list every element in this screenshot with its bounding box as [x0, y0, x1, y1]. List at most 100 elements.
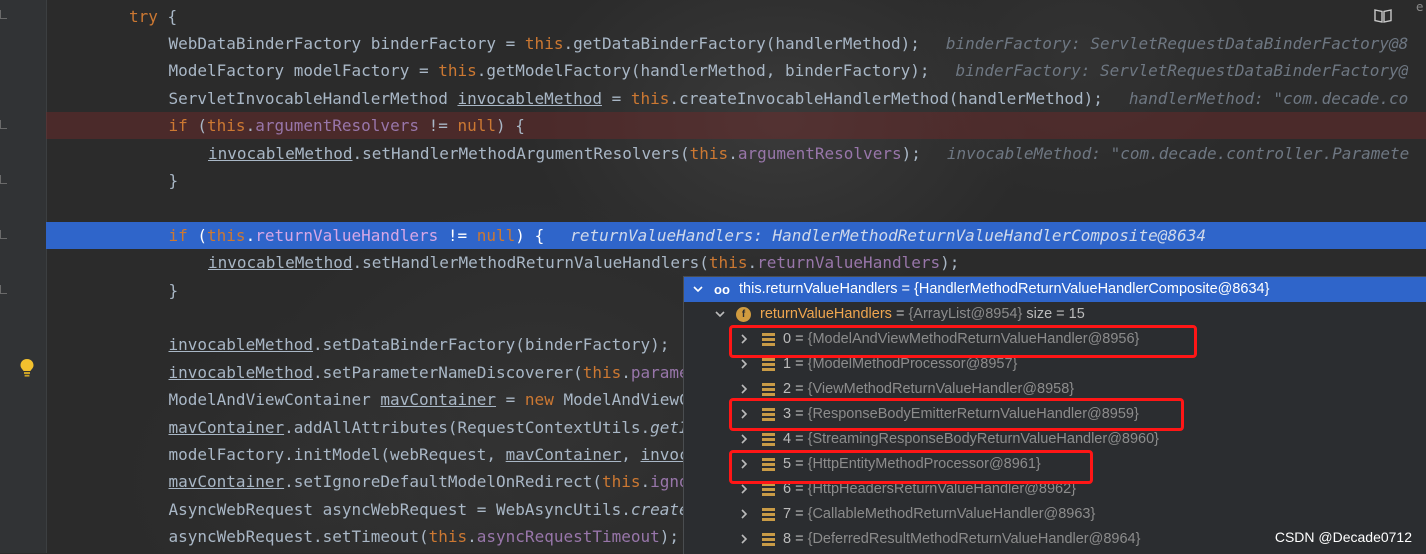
code-line[interactable]: ModelFactory modelFactory = this.getMode…	[46, 57, 1426, 84]
code-token: .getModelFactory(handlerMethod, binderFa…	[476, 61, 930, 81]
item-index: 3	[783, 406, 792, 422]
code-token: this	[601, 472, 641, 492]
code-token: mavContainer	[168, 417, 285, 437]
tree-item-row[interactable]: 6 = {HttpHeadersReturnValueHandler@8962}	[684, 477, 1426, 502]
tree-item-text: 1 = {ModelMethodProcessor@8957}	[783, 356, 1018, 372]
code-token: this	[689, 143, 729, 163]
code-token: .setIgnoreDefaultModelOnRedirect(	[284, 472, 602, 492]
code-text: invocableMethod.setParameterNameDiscover…	[169, 359, 708, 386]
inline-debug-hint: handlerMethod: "com.decade.co	[1128, 88, 1409, 108]
tree-item-text: 0 = {ModelAndViewMethodReturnValueHandle…	[783, 331, 1140, 347]
chevron-down-icon[interactable]	[714, 308, 726, 320]
tree-field-row[interactable]: f returnValueHandlers = {ArrayList@8954}…	[684, 302, 1426, 327]
array-element-icon	[762, 433, 775, 446]
fold-marker-icon[interactable]	[0, 285, 7, 294]
code-token: .	[467, 527, 477, 547]
code-text: WebDataBinderFactory binderFactory = thi…	[169, 30, 1409, 57]
code-token: {	[157, 6, 178, 26]
code-token: this	[708, 253, 748, 273]
tree-field-text: returnValueHandlers = {ArrayList@8954} s…	[760, 306, 1085, 322]
code-token: if	[168, 225, 188, 245]
fold-marker-icon[interactable]	[0, 10, 7, 19]
chevron-right-icon[interactable]	[738, 333, 750, 345]
code-token: .	[621, 362, 631, 382]
code-token: ServletInvocableHandlerMethod	[168, 88, 458, 108]
code-text: mavContainer.setIgnoreDefaultModelOnRedi…	[169, 468, 708, 495]
item-index: 8	[783, 531, 792, 547]
code-token: );	[940, 253, 960, 273]
code-text: ModelFactory modelFactory = this.getMode…	[169, 57, 1409, 84]
code-token: null	[457, 116, 497, 136]
code-text: }	[169, 167, 179, 194]
array-element-icon	[762, 458, 775, 471]
fold-marker-icon[interactable]	[0, 230, 7, 239]
editor-gutter[interactable]	[0, 0, 47, 553]
tree-item-row[interactable]: 4 = {StreamingResponseBodyReturnValueHan…	[684, 427, 1426, 452]
code-token: .	[747, 253, 758, 273]
array-element-icon	[762, 533, 775, 546]
item-index: 1	[783, 356, 792, 372]
debugger-value-popup[interactable]: oo this.returnValueHandlers = {HandlerMe…	[683, 276, 1426, 554]
reader-mode-icon[interactable]	[1374, 8, 1392, 24]
code-line[interactable]: }	[46, 167, 1426, 194]
chevron-right-icon[interactable]	[738, 408, 750, 420]
tree-item-row[interactable]: 1 = {ModelMethodProcessor@8957}	[684, 352, 1426, 377]
code-token: this	[207, 225, 246, 245]
code-text: if (this.returnValueHandlers != null) {r…	[169, 222, 1206, 249]
code-token: =	[496, 390, 525, 410]
code-token: if	[168, 116, 188, 136]
code-token: argumentResolvers	[737, 143, 902, 163]
tree-item-row[interactable]: 0 = {ModelAndViewMethodReturnValueHandle…	[684, 327, 1426, 352]
side-tab[interactable]: e	[1416, 0, 1426, 16]
code-line[interactable]: try {	[46, 3, 1426, 30]
code-line[interactable]: invocableMethod.setHandlerMethodReturnVa…	[46, 249, 1426, 276]
item-index: 5	[783, 456, 792, 472]
tree-item-row[interactable]: 5 = {HttpEntityMethodProcessor@8961}	[684, 452, 1426, 477]
chevron-right-icon[interactable]	[738, 383, 750, 395]
tree-item-row[interactable]: 3 = {ResponseBodyEmitterReturnValueHandl…	[684, 402, 1426, 427]
code-token: ModelAndViewContainer	[168, 390, 381, 410]
item-index: 6	[783, 481, 792, 497]
tree-item-row[interactable]: 2 = {ViewMethodReturnValueHandler@8958}	[684, 377, 1426, 402]
array-element-icon	[762, 333, 775, 346]
inline-debug-hint: returnValueHandlers: HandlerMethodReturn…	[570, 225, 1206, 245]
item-index: 0	[783, 331, 792, 347]
code-token: mavContainer	[505, 444, 622, 464]
chevron-down-icon[interactable]	[692, 283, 704, 295]
item-value: {DeferredResultMethodReturnValueHandler@…	[807, 531, 1141, 547]
tree-item-row[interactable]: 7 = {CallableMethodReturnValueHandler@89…	[684, 502, 1426, 527]
chevron-right-icon[interactable]	[738, 433, 750, 445]
array-element-icon	[762, 383, 775, 396]
tree-item-text: 7 = {CallableMethodReturnValueHandler@89…	[783, 506, 1096, 522]
fold-marker-icon[interactable]	[0, 120, 7, 129]
item-value: {HttpHeadersReturnValueHandler@8962}	[807, 481, 1076, 497]
code-text: ModelAndViewContainer mavContainer = new…	[169, 386, 708, 413]
chevron-right-icon[interactable]	[738, 533, 750, 545]
code-token: null	[476, 225, 516, 245]
chevron-right-icon[interactable]	[738, 508, 750, 520]
chevron-right-icon[interactable]	[738, 358, 750, 370]
code-line[interactable]: if (this.returnValueHandlers != null) {r…	[46, 221, 1426, 249]
code-line[interactable]	[46, 194, 1426, 221]
code-token: this	[582, 362, 622, 382]
code-line[interactable]: if (this.argumentResolvers != null) {	[46, 112, 1426, 140]
code-token: .setParameterNameDiscoverer(	[313, 362, 583, 382]
code-token: mavContainer	[168, 472, 285, 492]
code-token: =	[601, 88, 631, 108]
lightbulb-icon[interactable]	[19, 358, 35, 378]
array-element-icon	[762, 358, 775, 371]
code-line[interactable]: invocableMethod.setHandlerMethodArgument…	[46, 140, 1426, 167]
item-value: {ModelMethodProcessor@8957}	[807, 356, 1018, 372]
tree-root-row[interactable]: oo this.returnValueHandlers = {HandlerMe…	[684, 277, 1426, 302]
code-token: (	[187, 225, 208, 245]
code-line[interactable]: WebDataBinderFactory binderFactory = thi…	[46, 30, 1426, 57]
fold-marker-icon[interactable]	[0, 175, 7, 184]
item-value: {CallableMethodReturnValueHandler@8963}	[807, 506, 1096, 522]
chevron-right-icon[interactable]	[738, 483, 750, 495]
code-token: (	[187, 116, 208, 136]
code-token: this	[524, 33, 564, 53]
code-token: .	[245, 225, 256, 245]
array-element-icon	[762, 508, 775, 521]
chevron-right-icon[interactable]	[738, 458, 750, 470]
code-line[interactable]: ServletInvocableHandlerMethod invocableM…	[46, 85, 1426, 112]
